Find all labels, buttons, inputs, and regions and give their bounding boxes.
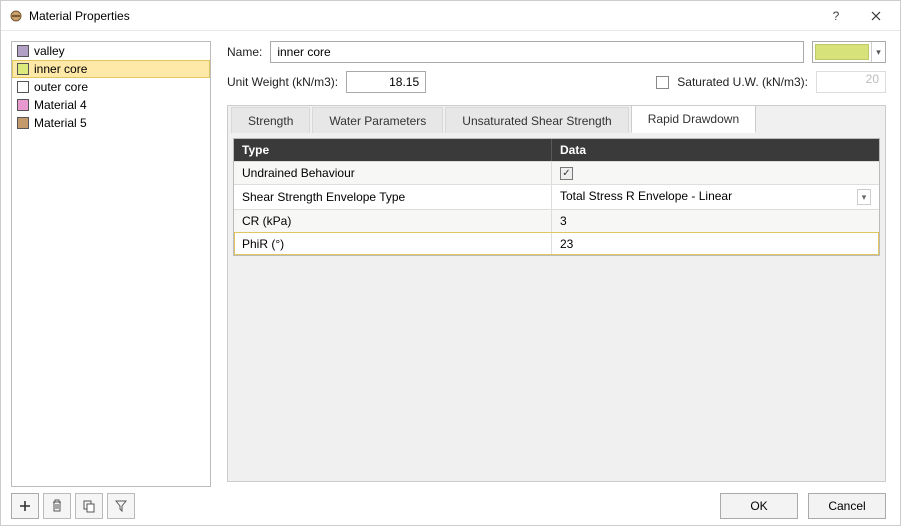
filter-button[interactable]: [107, 493, 135, 519]
grid-row: Shear Strength Envelope TypeTotal Stress…: [234, 184, 879, 209]
grid-cell-data[interactable]: ✓: [552, 162, 879, 184]
material-sidebar: valley inner core outer core Material 4 Mate…: [1, 31, 217, 486]
tabs-container: StrengthWater ParametersUnsaturated Shea…: [227, 105, 886, 482]
window-title: Material Properties: [29, 9, 130, 23]
material-label: Material 5: [34, 116, 87, 130]
tab[interactable]: Water Parameters: [312, 107, 443, 133]
tab[interactable]: Strength: [231, 107, 310, 133]
titlebar: Material Properties ?: [1, 1, 900, 31]
material-item[interactable]: inner core: [12, 60, 210, 78]
name-input[interactable]: [270, 41, 804, 63]
chevron-down-icon[interactable]: ▾: [857, 189, 871, 205]
material-label: valley: [34, 44, 65, 58]
grid-header: Type Data: [234, 139, 879, 161]
grid-row: Undrained Behaviour ✓: [234, 161, 879, 184]
material-item[interactable]: valley: [12, 42, 210, 60]
material-label: inner core: [34, 62, 87, 76]
material-item[interactable]: Material 5: [12, 114, 210, 132]
material-label: Material 4: [34, 98, 87, 112]
grid-checkbox[interactable]: ✓: [560, 167, 573, 180]
material-swatch: [17, 63, 29, 75]
material-swatch: [17, 81, 29, 93]
app-icon: [9, 9, 23, 23]
delete-button[interactable]: [43, 493, 71, 519]
ok-button[interactable]: OK: [720, 493, 798, 519]
color-swatch: [815, 44, 869, 60]
grid-header-data: Data: [552, 139, 879, 161]
property-grid: Type Data Undrained Behaviour ✓ Shear Stre…: [233, 138, 880, 256]
saturated-uw-input: 20: [816, 71, 886, 93]
grid-cell-type: Shear Strength Envelope Type: [234, 185, 552, 209]
material-swatch: [17, 117, 29, 129]
grid-cell-type: PhiR (°): [234, 233, 552, 255]
grid-cell-data[interactable]: Total Stress R Envelope - Linear▾: [552, 185, 879, 209]
grid-header-type: Type: [234, 139, 552, 161]
tab[interactable]: Rapid Drawdown: [631, 105, 756, 133]
close-button[interactable]: [856, 1, 896, 30]
help-button[interactable]: ?: [816, 1, 856, 30]
chevron-down-icon: ▾: [871, 42, 885, 62]
unit-weight-input[interactable]: [346, 71, 426, 93]
material-item[interactable]: Material 4: [12, 96, 210, 114]
grid-cell-data[interactable]: 3: [552, 210, 879, 232]
unit-weight-label: Unit Weight (kN/m3):: [227, 75, 338, 89]
copy-button[interactable]: [75, 493, 103, 519]
tab[interactable]: Unsaturated Shear Strength: [445, 107, 628, 133]
material-list[interactable]: valley inner core outer core Material 4 Mate…: [11, 41, 211, 487]
dialog-footer: OK Cancel: [1, 486, 900, 526]
cancel-button[interactable]: Cancel: [808, 493, 886, 519]
grid-cell-type: Undrained Behaviour: [234, 162, 552, 184]
grid-cell-data[interactable]: 23: [552, 233, 879, 255]
properties-panel: Name: ▾ Unit Weight (kN/m3): Saturated U…: [217, 31, 900, 486]
saturated-uw-label: Saturated U.W. (kN/m3):: [677, 75, 808, 89]
grid-cell-type: CR (kPa): [234, 210, 552, 232]
material-swatch: [17, 99, 29, 111]
name-label: Name:: [227, 45, 262, 59]
grid-select-value: Total Stress R Envelope - Linear: [560, 189, 857, 205]
grid-row: PhiR (°)23: [234, 232, 879, 255]
tab-strip: StrengthWater ParametersUnsaturated Shea…: [231, 105, 758, 133]
saturated-uw-checkbox[interactable]: [656, 76, 669, 89]
color-picker-button[interactable]: ▾: [812, 41, 886, 63]
material-item[interactable]: outer core: [12, 78, 210, 96]
material-swatch: [17, 45, 29, 57]
add-button[interactable]: [11, 493, 39, 519]
tab-body: Type Data Undrained Behaviour ✓ Shear Stre…: [232, 137, 881, 477]
material-label: outer core: [34, 80, 88, 94]
grid-row: CR (kPa)3: [234, 209, 879, 232]
